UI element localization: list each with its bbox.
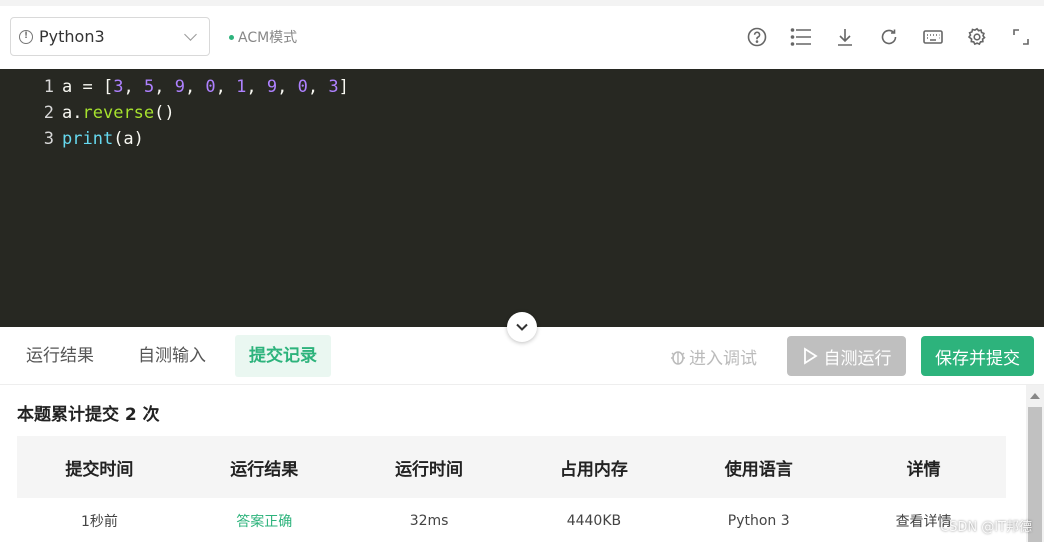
bug-icon — [671, 350, 685, 365]
code-token: = — [72, 77, 103, 97]
column-header-run-result: 运行结果 — [181, 436, 347, 498]
code-token: [ — [102, 77, 114, 97]
code-token: () — [154, 103, 175, 123]
code-token: 5 — [143, 77, 155, 97]
download-icon[interactable] — [834, 26, 856, 48]
cell-run-time: 32ms — [409, 513, 449, 529]
play-icon — [803, 347, 818, 365]
column-header-memory: 占用内存 — [511, 436, 677, 498]
cell-submit-time: 1秒前 — [80, 514, 118, 530]
tab-submit-records[interactable]: 提交记录 — [235, 335, 331, 377]
refresh-icon[interactable] — [878, 26, 900, 48]
code-token: 1 — [236, 77, 247, 97]
table-row: 1秒前 答案正确 32ms 4440KB Python 3 查看详情 — [17, 498, 1006, 542]
column-header-details: 详情 — [841, 436, 1006, 498]
language-select-value: Python3 — [39, 27, 105, 46]
submission-records-table: 提交时间 运行结果 运行时间 占用内存 使用语言 详情 1秒前 答案正确 32m… — [17, 436, 1006, 542]
code-token: a — [62, 103, 73, 123]
collapse-panel-button[interactable] — [507, 312, 537, 342]
save-and-submit-button[interactable]: 保存并提交 — [921, 336, 1034, 376]
page: ! Python3 ACM模式 1 a = [3, 5, 9, 0, 1, 9,… — [0, 0, 1044, 542]
language-select[interactable]: ! Python3 — [10, 17, 210, 56]
acm-mode-label[interactable]: ACM模式 — [229, 27, 297, 47]
self-test-run-button[interactable]: 自测运行 — [787, 336, 906, 376]
column-header-submit-time: 提交时间 — [17, 436, 182, 498]
chevron-down-icon — [516, 323, 528, 331]
cell-language: Python 3 — [727, 513, 790, 529]
debug-button-label: 进入调试 — [689, 349, 757, 369]
code-token: reverse — [82, 103, 155, 123]
debug-button[interactable]: 进入调试 — [669, 344, 757, 369]
column-header-run-time: 运行时间 — [346, 436, 512, 498]
column-header-language: 使用语言 — [676, 436, 842, 498]
code-token: 0 — [297, 77, 308, 97]
code-token: , — [246, 77, 267, 97]
scroll-up-arrow-icon[interactable] — [1030, 393, 1040, 399]
toolbar-icons — [746, 26, 1032, 48]
gear-icon[interactable] — [966, 26, 988, 48]
line-number: 3 — [43, 129, 54, 149]
watermark: CSDN @IT邦德 — [940, 520, 1032, 535]
code-line: 1a = [3, 5, 9, 0, 1, 9, 0, 3] — [0, 74, 349, 100]
submission-count-summary: 本题累计提交 2 次 — [17, 405, 160, 425]
acm-mode-text: ACM模式 — [238, 30, 298, 46]
keyboard-icon[interactable] — [922, 26, 944, 48]
code-token: a — [62, 77, 73, 97]
code-token: , — [184, 77, 206, 97]
code-token: print — [62, 129, 114, 149]
code-token: , — [154, 77, 175, 97]
mode-status-dot — [229, 34, 234, 40]
code-token: 0 — [205, 77, 216, 97]
code-token: , — [123, 77, 144, 97]
cell-run-result: 答案正确 — [236, 514, 293, 530]
tab-run-result[interactable]: 运行结果 — [12, 335, 108, 377]
fullscreen-icon[interactable] — [1010, 26, 1032, 48]
code-token: , — [215, 77, 237, 97]
table-header-row: 提交时间 运行结果 运行时间 占用内存 使用语言 详情 — [17, 436, 1006, 498]
code-token: . — [72, 103, 83, 123]
run-button-label: 自测运行 — [823, 348, 892, 369]
code-token: , — [277, 77, 298, 97]
code-token: ] — [338, 77, 349, 97]
line-number: 2 — [43, 103, 54, 123]
code-token: , — [307, 77, 329, 97]
code-token: 3 — [113, 77, 124, 97]
code-token: 3 — [328, 77, 339, 97]
editor-toolbar: ! Python3 ACM模式 — [0, 0, 1044, 69]
chevron-down-icon — [184, 28, 197, 41]
list-icon[interactable] — [790, 26, 812, 48]
code-token: 9 — [266, 77, 278, 97]
code-editor[interactable]: 1a = [3, 5, 9, 0, 1, 9, 0, 3] 2 a.reverse… — [0, 69, 1044, 327]
tab-self-input[interactable]: 自测输入 — [124, 335, 220, 377]
help-icon[interactable] — [746, 26, 768, 48]
code-token: (a) — [113, 129, 144, 149]
code-line: 2 a.reverse() — [0, 100, 175, 126]
code-token: 9 — [174, 77, 185, 97]
code-line: 3 print(a) — [0, 126, 144, 152]
cell-memory: 4440KB — [566, 513, 622, 529]
line-number: 1 — [43, 77, 54, 97]
info-icon: ! — [19, 29, 33, 44]
